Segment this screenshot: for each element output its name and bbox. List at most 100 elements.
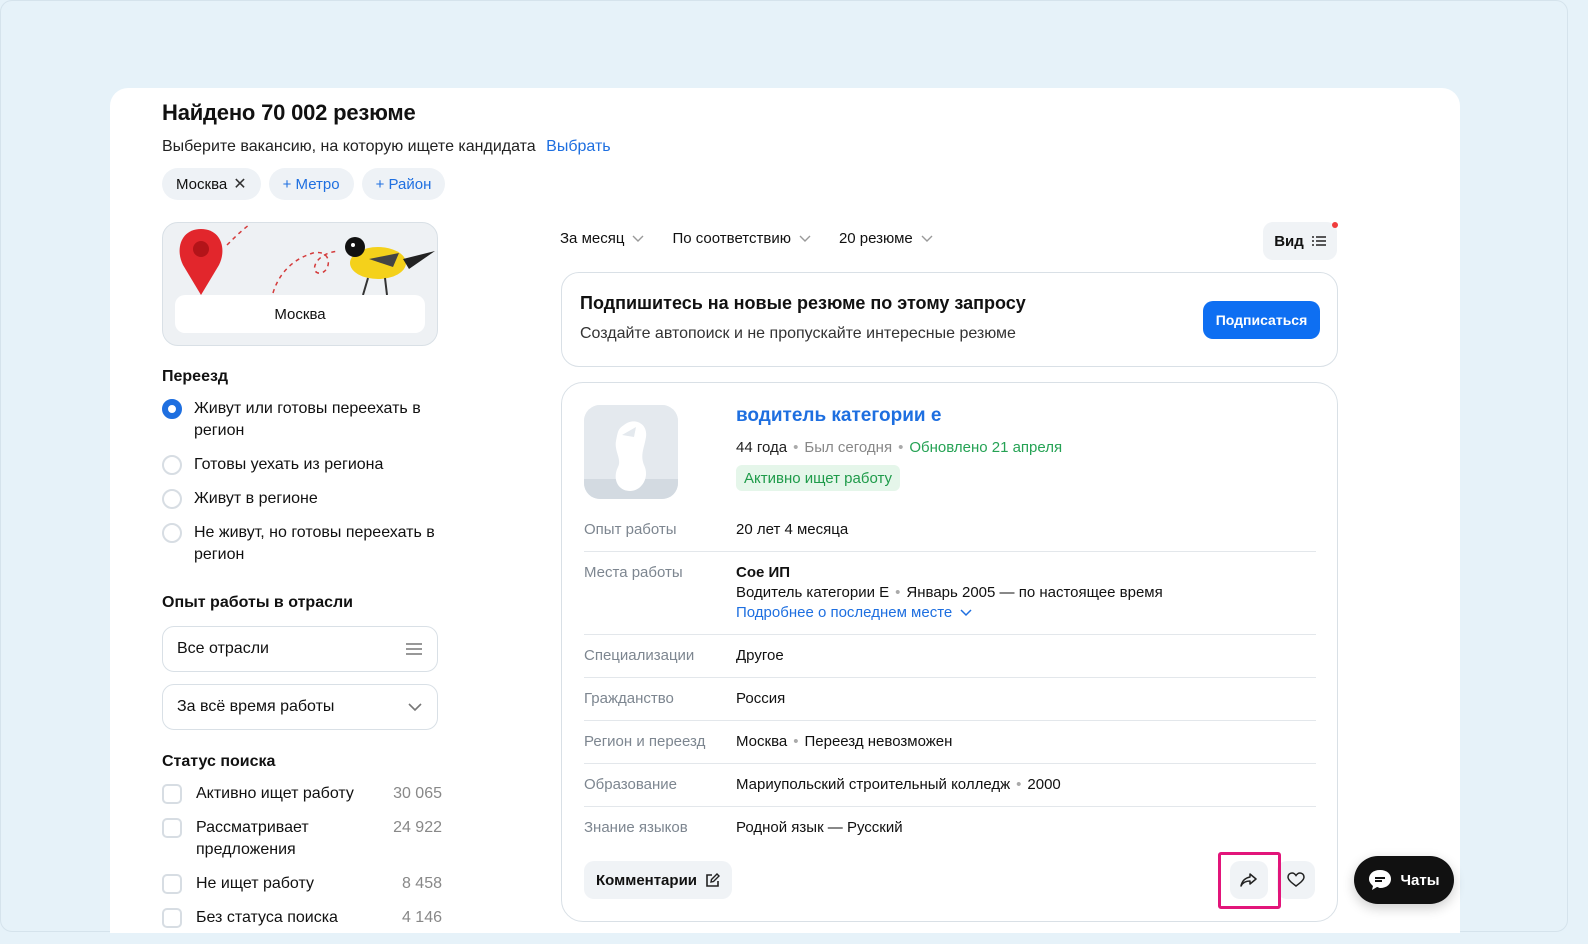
chevron-down-icon [921,235,933,242]
vacancy-prompt-text: Выберите вакансию, на которую ищете канд… [162,138,536,155]
sort-bar: За месяц По соответствию 20 резюме [560,230,933,247]
map-city-label: Москва [175,295,425,333]
status-option-count: 4 146 [401,909,442,926]
position-name: Водитель категории Е [736,584,890,601]
resume-meta: 44 года • Был сегодня • Обновлено 21 апреля [736,439,1063,456]
more-link-label: Подробнее о последнем месте [736,604,953,621]
status-option[interactable]: Рассматривает предложения 24 922 [162,817,442,861]
status-option[interactable]: Без статуса поиска 4 146 [162,907,442,929]
period-select-value: За всё время работы [177,698,335,715]
status-option-count: 24 922 [393,819,442,836]
map-card[interactable]: Москва [162,222,438,346]
education-year: 2000 [1027,776,1061,793]
checkbox[interactable] [162,908,182,928]
view-button-label: Вид [1274,232,1304,250]
view-button[interactable]: Вид [1263,222,1337,260]
favorite-button[interactable] [1277,861,1315,899]
status-option-count: 30 065 [393,785,442,802]
more-about-last-job-link[interactable]: Подробнее о последнем месте [736,604,972,621]
comments-button[interactable]: Комментарии [584,861,733,899]
resume-title-link[interactable]: водитель категории е [736,405,941,427]
company-name: Сое ИП [736,564,791,581]
per-page-label: 20 резюме [838,230,913,247]
subscribe-title: Подпишитесь на новые резюме по этому зап… [580,293,1026,313]
status-option-label: Не ищет работу [196,875,314,892]
industries-select-value: Все отрасли [177,640,269,657]
detail-label: Опыт работы [584,521,677,538]
region-relocation: Переезд невозможен [804,733,953,750]
industry-title: Опыт работы в отрасли [162,594,353,611]
detail-value: 20 лет 4 месяца [736,521,849,538]
subscribe-card: Подпишитесь на новые резюме по этому зап… [561,272,1338,367]
radio-selected[interactable] [162,399,182,419]
subscribe-button[interactable]: Подписаться [1203,301,1320,339]
comments-button-label: Комментарии [596,871,698,889]
radio[interactable] [162,455,182,475]
chats-button[interactable]: Чаты [1354,856,1454,904]
detail-row-languages: Знание языков Родной язык — Русский [584,807,1316,849]
detail-row-experience: Опыт работы 20 лет 4 месяца [584,509,1316,552]
chip-city[interactable]: Москва ✕ [162,168,261,200]
chip-add-metro[interactable]: + Метро [268,168,354,200]
relocation-option-label: Не живут, но готовы переехать в регион [194,524,435,563]
position-period: Январь 2005 — по настоящее время [906,584,1163,601]
chevron-down-icon [960,609,972,617]
checkbox[interactable] [162,818,182,838]
status-option-count: 8 458 [401,875,442,892]
relocation-option[interactable]: Не живут, но готовы переехать в регион [162,522,442,566]
detail-row-specializations: Специализации Другое [584,635,1316,678]
education-place: Мариупольский строительный колледж [736,776,1011,793]
checkbox[interactable] [162,784,182,804]
resume-details: Опыт работы 20 лет 4 месяца Места работы… [584,509,1316,849]
subscribe-text: Создайте автопоиск и не пропускайте инте… [580,325,1016,342]
radio[interactable] [162,523,182,543]
list-icon [406,643,422,655]
industries-select[interactable]: Все отрасли [162,626,438,672]
per-page-dropdown[interactable]: 20 резюме [839,230,933,247]
status-option-label: Рассматривает предложения [196,819,309,858]
search-status-title: Статус поиска [162,753,276,770]
detail-row-citizenship: Гражданство Россия [584,678,1316,721]
relocation-option[interactable]: Живут в регионе [162,488,442,510]
location-chips: Москва ✕ + Метро + Район [162,168,446,200]
detail-label: Знание языков [584,819,688,836]
relocation-option[interactable]: Живут или готовы переехать в регион [162,398,442,442]
resume-card: водитель категории е 44 года • Был сегодня… [561,382,1338,922]
list-view-icon [1311,236,1326,246]
detail-label: Специализации [584,647,695,664]
detail-value: Сое ИП Водитель категории Е • Январь 2005 … [736,563,1163,623]
chevron-down-icon [799,235,811,242]
resume-last-seen: Был сегодня [804,439,893,456]
detail-label: Места работы [584,564,683,581]
status-option[interactable]: Активно ищет работу 30 065 [162,783,442,805]
status-option[interactable]: Не ищет работу 8 458 [162,873,442,895]
detail-label: Регион и переезд [584,733,706,750]
search-status-options: Активно ищет работу 30 065 Рассматривает… [162,783,442,933]
chat-bubble-icon [1369,870,1392,890]
chip-add-district[interactable]: + Район [361,168,446,200]
sort-period-dropdown[interactable]: За месяц [560,230,644,247]
relocation-option-label: Живут в регионе [194,490,318,507]
notification-dot [1332,222,1338,228]
choose-vacancy-link[interactable]: Выбрать [546,138,610,155]
period-select[interactable]: За всё время работы [162,684,438,730]
radio[interactable] [162,489,182,509]
resume-updated: Обновлено 21 апреля [909,439,1063,456]
detail-row-education: Образование Мариупольский строительный к… [584,764,1316,807]
relocation-option-label: Готовы уехать из региона [194,456,384,473]
sort-order-label: По соответствию [672,230,791,247]
relocation-title: Переезд [162,368,229,385]
edit-icon [706,872,721,887]
highlight-box [1218,852,1281,909]
detail-value: Мариупольский строительный колледж • 2000 [736,776,1061,793]
status-option-label: Без статуса поиска [196,909,338,926]
checkbox[interactable] [162,874,182,894]
sort-period-label: За месяц [560,230,625,247]
sort-order-dropdown[interactable]: По соответствию [672,230,811,247]
chats-button-label: Чаты [1400,871,1440,889]
detail-value: Родной язык — Русский [736,819,903,836]
resume-age: 44 года [736,439,788,456]
close-icon[interactable]: ✕ [233,174,246,194]
relocation-option[interactable]: Готовы уехать из региона [162,454,442,476]
relocation-option-label: Живут или готовы переехать в регион [194,400,421,439]
